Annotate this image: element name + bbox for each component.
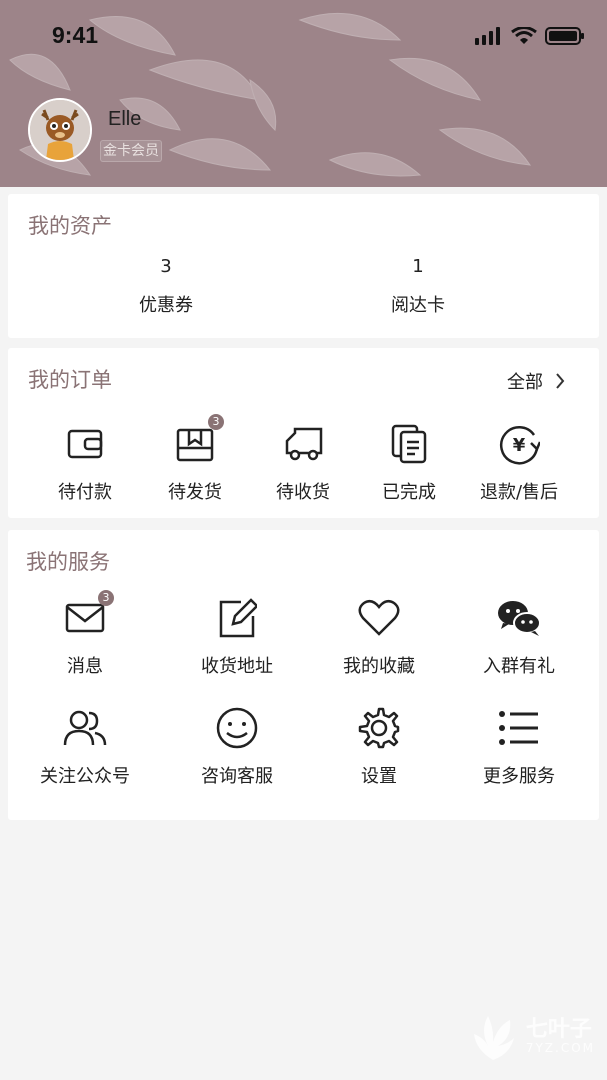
smile-icon [216, 707, 258, 749]
service-item-label: 设置 [361, 766, 397, 787]
document-icon [391, 424, 427, 464]
wifi-icon [511, 27, 537, 44]
svg-text:¥: ¥ [513, 435, 526, 456]
service-join-group[interactable]: 入群有礼 [464, 596, 574, 678]
service-item-label: 收货地址 [201, 656, 273, 677]
message-count-badge: 3 [98, 590, 114, 606]
reading-card-count: 1 [412, 256, 424, 277]
service-item-label: 咨询客服 [201, 766, 273, 787]
watermark: 七叶子 7YZ.COM [466, 1010, 595, 1064]
service-more[interactable]: 更多服务 [464, 706, 574, 788]
orders-title: 我的订单 [28, 368, 112, 392]
gear-icon [358, 707, 400, 749]
status-bar: 9:41 [0, 0, 607, 72]
list-icon [499, 711, 538, 745]
coupon-count: 3 [160, 256, 172, 277]
see-all-orders-link[interactable]: 全部 [507, 368, 565, 394]
reading-card-label: 阅达卡 [391, 295, 445, 316]
service-settings[interactable]: 设置 [324, 706, 434, 788]
order-completed[interactable]: 已完成 [354, 422, 464, 504]
signal-icon [475, 27, 500, 45]
leaf-logo-icon [473, 1016, 514, 1060]
deer-avatar-image [30, 100, 90, 160]
status-time: 9:41 [52, 22, 99, 48]
member-level-badge: 金卡会员 [100, 140, 162, 162]
order-item-label: 待收货 [276, 482, 330, 503]
services-title: 我的服务 [26, 550, 110, 574]
order-item-label: 待付款 [58, 482, 112, 503]
edit-icon [219, 598, 257, 638]
status-icons [475, 26, 585, 46]
truck-icon [285, 427, 323, 461]
order-refund-aftersale[interactable]: ¥ 退款/售后 [464, 422, 574, 504]
heart-icon [358, 599, 400, 636]
order-item-label: 退款/售后 [479, 482, 559, 503]
shipment-count-badge: 3 [208, 414, 224, 430]
order-item-label: 已完成 [382, 482, 436, 503]
users-icon [63, 710, 107, 746]
services-card: 我的服务 3 消息 收货地址 我的收藏 入群有礼 关注公众号 咨询客服 设置 更… [8, 530, 599, 820]
service-favorites[interactable]: 我的收藏 [324, 596, 434, 678]
service-messages[interactable]: 3 消息 [30, 590, 140, 678]
watermark-text: 七叶子 [525, 1017, 592, 1042]
watermark-subtext: 7YZ.COM [525, 1041, 595, 1055]
coupon-label: 优惠券 [139, 295, 193, 316]
profile-header: 9:41 Elle 金卡会员 [0, 0, 607, 187]
order-pending-receipt[interactable]: 待收货 [248, 422, 358, 504]
asset-reading-card[interactable]: 1 阅达卡 [358, 256, 478, 317]
service-item-label: 关注公众号 [40, 766, 130, 787]
avatar[interactable] [28, 98, 92, 162]
box-icon [176, 428, 214, 462]
refund-icon: ¥ [499, 426, 540, 465]
battery-icon [545, 27, 584, 45]
mail-icon [65, 603, 105, 633]
chevron-right-icon [556, 373, 565, 389]
asset-coupons[interactable]: 3 优惠券 [106, 256, 226, 317]
assets-title: 我的资产 [28, 214, 112, 238]
service-item-label: 入群有礼 [483, 656, 555, 677]
see-all-label: 全部 [507, 372, 543, 393]
order-pending-shipment[interactable]: 3 待发货 [140, 414, 250, 504]
service-follow-account[interactable]: 关注公众号 [30, 706, 140, 788]
service-item-label: 消息 [67, 656, 103, 677]
wallet-icon [67, 429, 103, 459]
order-pending-payment[interactable]: 待付款 [30, 422, 140, 504]
service-customer-support[interactable]: 咨询客服 [182, 706, 292, 788]
service-item-label: 更多服务 [483, 766, 555, 787]
service-item-label: 我的收藏 [343, 656, 415, 677]
order-item-label: 待发货 [168, 482, 222, 503]
username: Elle [108, 108, 142, 130]
orders-card: 我的订单 全部 待付款 3 待发货 待收货 已完成 ¥ 退款/售后 [8, 348, 599, 518]
wechat-icon [498, 601, 541, 636]
assets-card: 我的资产 3 优惠券 1 阅达卡 [8, 194, 599, 338]
service-address[interactable]: 收货地址 [182, 596, 292, 678]
